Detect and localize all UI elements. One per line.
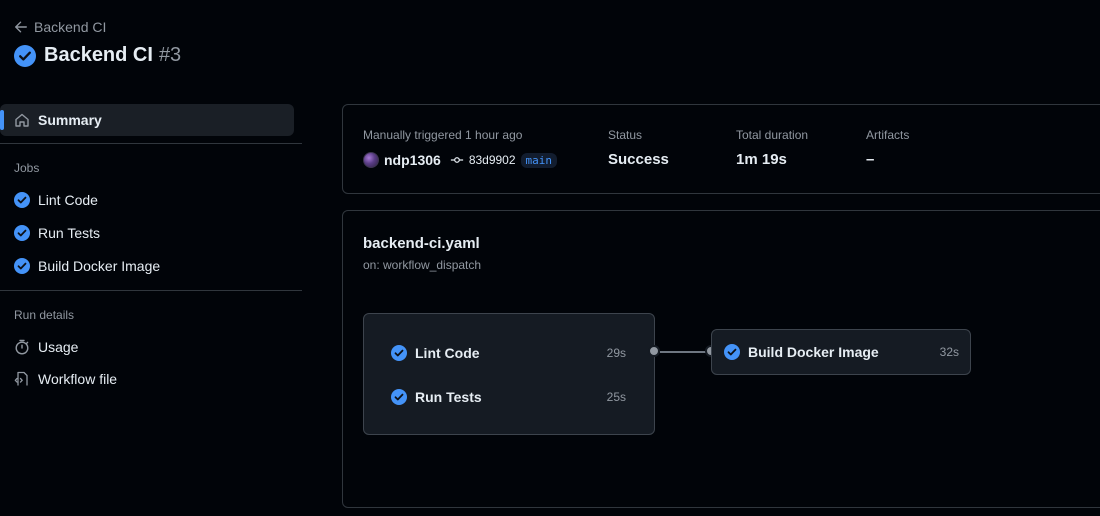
sidebar-item-summary[interactable]: Summary	[0, 104, 294, 136]
user-link[interactable]: ndp1306	[384, 152, 441, 168]
sidebar-item-build-docker-image[interactable]: Build Docker Image	[0, 250, 294, 282]
sidebar-item-run-tests[interactable]: Run Tests	[0, 217, 294, 249]
check-circle-icon	[724, 344, 740, 360]
graph-job-run-tests[interactable]: Run Tests	[391, 387, 482, 407]
check-circle-icon	[14, 225, 30, 241]
stopwatch-icon	[15, 339, 29, 355]
job-group: Lint Code 29s Run Tests 25s	[363, 313, 655, 435]
job-duration: 25s	[606, 390, 626, 404]
sidebar-divider	[0, 143, 302, 144]
sidebar-item-label: Run Tests	[38, 225, 100, 241]
workflow-file-name[interactable]: backend-ci.yaml	[363, 235, 480, 252]
sidebar-item-label: Lint Code	[38, 192, 98, 208]
trigger-details: ndp1306 83d9902 main	[363, 151, 558, 169]
sidebar-item-label: Usage	[38, 339, 79, 355]
job-duration: 32s	[939, 345, 959, 359]
job-name: Lint Code	[415, 345, 480, 361]
sidebar-divider	[0, 290, 302, 291]
jobs-heading: Jobs	[14, 161, 40, 175]
selected-indicator	[0, 110, 4, 130]
job-row: Build Docker Image	[724, 342, 879, 362]
run-info-card	[342, 104, 1100, 194]
check-circle-icon	[14, 258, 30, 274]
run-number: #3	[158, 44, 182, 66]
check-circle-icon	[14, 192, 30, 208]
run-details-heading: Run details	[14, 308, 75, 322]
job-duration: 29s	[606, 346, 626, 360]
duration-value: 1m 19s	[736, 151, 787, 168]
duration-label: Total duration	[736, 128, 809, 142]
avatar[interactable]	[363, 152, 379, 168]
job-name: Run Tests	[415, 389, 482, 405]
check-circle-icon	[14, 44, 36, 67]
file-code-icon	[14, 371, 28, 386]
git-commit-icon	[450, 157, 463, 163]
status-value: Success	[608, 151, 669, 168]
commit-sha-link[interactable]: 83d9902	[469, 153, 516, 167]
page-title: Backend CI #3	[14, 44, 181, 67]
trigger-label: Manually triggered 1 hour ago	[363, 128, 523, 142]
arrow-left-icon	[15, 21, 27, 33]
graph-job-lint-code[interactable]: Lint Code	[391, 343, 480, 363]
sidebar-item-label: Workflow file	[38, 371, 118, 387]
check-circle-icon	[391, 389, 407, 405]
artifacts-value: –	[866, 151, 875, 168]
sidebar-item-label: Build Docker Image	[38, 258, 161, 274]
sidebar-item-workflow-file[interactable]: Workflow file	[0, 363, 294, 395]
workflow-trigger: on: workflow_dispatch	[363, 258, 482, 272]
sidebar-item-lint-code[interactable]: Lint Code	[0, 184, 294, 216]
connector-port-out	[648, 345, 660, 357]
sidebar-item-label: Summary	[38, 112, 102, 128]
artifacts-label: Artifacts	[866, 128, 910, 142]
back-link-label: Backend CI	[34, 19, 107, 35]
status-label: Status	[608, 128, 643, 142]
back-link[interactable]: Backend CI	[14, 18, 106, 36]
check-circle-icon	[391, 345, 407, 361]
branch-badge[interactable]: main	[520, 152, 558, 168]
job-name: Build Docker Image	[748, 344, 879, 360]
sidebar-item-usage[interactable]: Usage	[0, 331, 294, 363]
graph-job-build-docker-image[interactable]: Build Docker Image 32s	[711, 329, 971, 375]
workflow-title: Backend CI	[44, 44, 153, 66]
home-icon	[15, 113, 29, 127]
job-connector-line	[660, 351, 706, 353]
